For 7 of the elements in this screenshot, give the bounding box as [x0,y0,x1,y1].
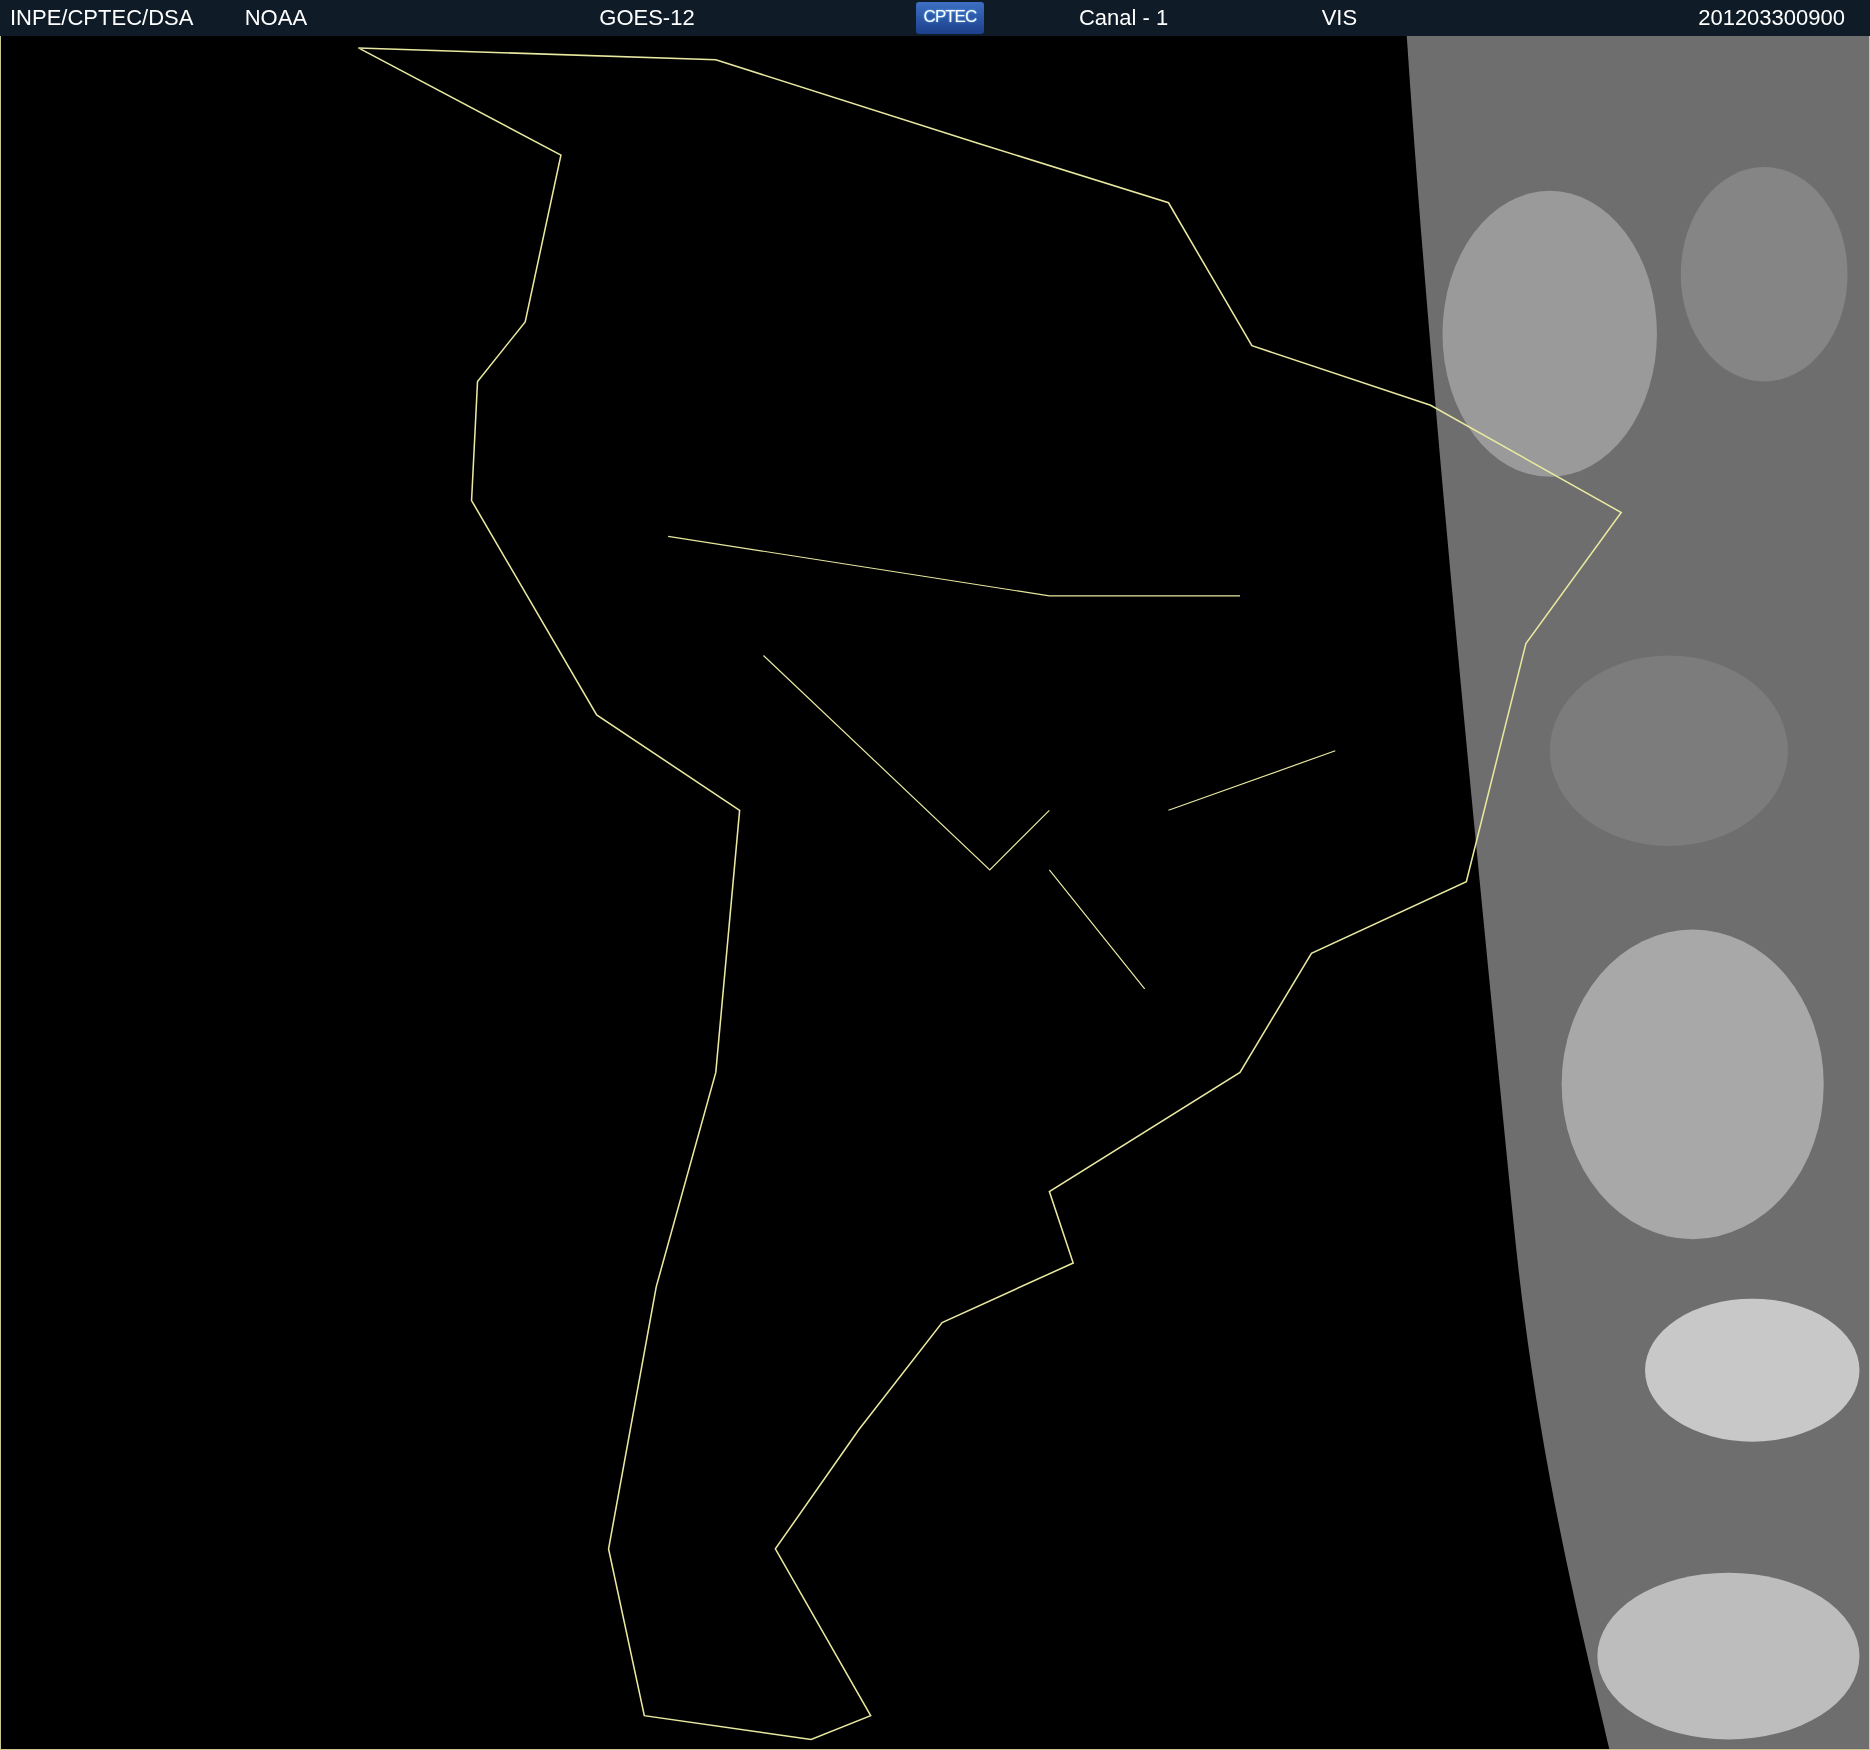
header-label: VIS [1321,4,1359,32]
header-label: Canal - 1 [1078,4,1170,32]
header-label: NOAA [244,4,309,32]
timestamp: 201203300900 [1698,4,1846,32]
logo: CPTEC [915,2,984,34]
header-label: GOES-12 [599,4,696,32]
header-label: INPE/CPTEC/DSA [9,4,195,32]
